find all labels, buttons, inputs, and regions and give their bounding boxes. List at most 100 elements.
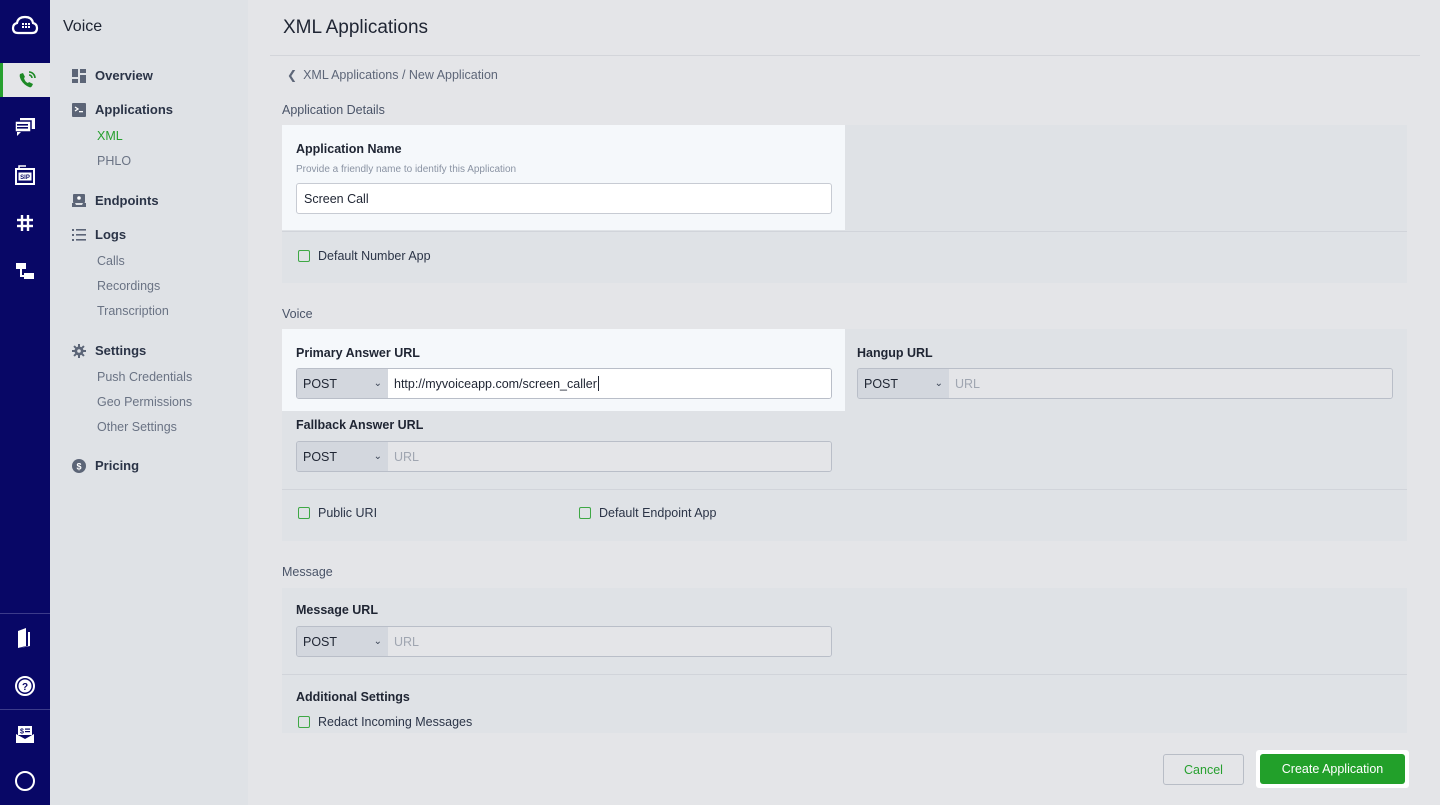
breadcrumb[interactable]: ❮ XML Applications / New Application [287, 68, 498, 82]
method-value: POST [303, 449, 338, 464]
message-panel: Message URL POST ⌄ URL Additional Settin… [282, 588, 1407, 733]
method-value: POST [303, 376, 338, 391]
flow-icon [14, 261, 36, 281]
chevron-left-icon: ❮ [287, 68, 298, 82]
nav-subitem-recordings[interactable]: Recordings [97, 279, 160, 293]
nav-subitem-phlo[interactable]: PHLO [97, 154, 131, 168]
url-value: http://myvoiceapp.com/screen_caller [394, 376, 597, 391]
create-application-button[interactable]: Create Application [1260, 754, 1405, 784]
message-url-group: POST ⌄ URL [296, 626, 832, 657]
nav-label: Pricing [95, 458, 140, 473]
voice-panel: Primary Answer URL POST ⌄ http://myvoice… [282, 329, 1407, 541]
section-nav: Voice Overview Applications XML PHLO End… [50, 0, 248, 805]
rail-docs[interactable] [0, 621, 50, 655]
cancel-button[interactable]: Cancel [1163, 754, 1244, 785]
rail-sip[interactable]: SIP [0, 158, 50, 192]
rail-help[interactable]: ? [0, 669, 50, 703]
section-label-details: Application Details [282, 103, 385, 117]
chevron-down-icon: ⌄ [373, 636, 382, 647]
rail-divider [0, 613, 50, 614]
checkbox-box[interactable] [298, 507, 310, 519]
hangup-label: Hangup URL [857, 346, 933, 360]
chevron-down-icon: ⌄ [934, 378, 943, 389]
hash-numbers-icon [15, 213, 35, 233]
terminal-icon [71, 102, 86, 117]
checkbox-box[interactable] [298, 250, 310, 262]
nav-item-pricing[interactable]: $ Pricing [71, 458, 139, 473]
svg-text:$: $ [76, 461, 81, 471]
checkbox-label: Public URI [318, 506, 378, 520]
gear-icon [71, 343, 86, 358]
rail-billing[interactable]: $ [0, 717, 50, 751]
nav-label: Settings [95, 343, 147, 358]
icon-rail: SIP ? $ [0, 0, 50, 805]
public-uri-checkbox[interactable]: Public URI [298, 506, 377, 520]
fallback-method-select[interactable]: POST ⌄ [297, 442, 388, 471]
checkbox-label: Default Number App [318, 249, 431, 263]
endpoint-icon [71, 193, 86, 208]
message-url-label: Message URL [296, 603, 378, 617]
nav-item-overview[interactable]: Overview [71, 68, 153, 83]
cloud-grid-icon [11, 14, 39, 36]
nav-subitem-calls[interactable]: Calls [97, 254, 125, 268]
app-name-help: Provide a friendly name to identify this… [296, 164, 517, 175]
breadcrumb-text: XML Applications / New Application [303, 68, 498, 82]
app-name-input[interactable]: Screen Call [296, 183, 832, 214]
main-content: XML Applications ❮ XML Applications / Ne… [250, 0, 1440, 805]
nav-subitem-other-settings[interactable]: Other Settings [97, 420, 177, 434]
checkbox-box[interactable] [298, 716, 310, 728]
message-method-select[interactable]: POST ⌄ [297, 627, 388, 656]
rail-flows[interactable] [0, 254, 50, 288]
dashboard-icon [71, 68, 86, 83]
nav-subitem-push-credentials[interactable]: Push Credentials [97, 370, 192, 384]
chevron-down-icon: ⌄ [373, 378, 382, 389]
nav-title: Voice [63, 18, 103, 35]
create-button-focus-ring: Create Application [1256, 750, 1409, 788]
chevron-down-icon: ⌄ [373, 451, 382, 462]
svg-text:SIP: SIP [20, 175, 30, 181]
checkbox-label: Default Endpoint App [599, 506, 717, 520]
hangup-url-group: POST ⌄ URL [857, 368, 1393, 399]
nav-item-endpoints[interactable]: Endpoints [71, 193, 159, 208]
redact-incoming-checkbox[interactable]: Redact Incoming Messages [298, 715, 472, 729]
rail-messaging[interactable] [0, 110, 50, 144]
app-name-card: Application Name Provide a friendly name… [282, 125, 845, 230]
nav-subitem-geo-permissions[interactable]: Geo Permissions [97, 395, 192, 409]
rail-profile[interactable] [0, 764, 50, 798]
fallback-answer-label: Fallback Answer URL [296, 418, 424, 432]
hangup-method-select[interactable]: POST ⌄ [858, 369, 949, 398]
sip-icon: SIP [14, 164, 36, 186]
phone-voice-icon [16, 69, 38, 91]
svg-text:?: ? [22, 682, 28, 693]
primary-answer-url-input[interactable]: http://myvoiceapp.com/screen_caller [388, 369, 831, 398]
details-panel: Application Name Provide a friendly name… [282, 125, 1407, 283]
app-name-label: Application Name [296, 142, 402, 156]
nav-item-settings[interactable]: Settings [71, 343, 146, 358]
divider [282, 489, 1407, 490]
nav-subitem-transcription[interactable]: Transcription [97, 304, 169, 318]
docs-book-icon [15, 627, 35, 649]
default-number-app-checkbox[interactable]: Default Number App [298, 249, 431, 263]
hangup-url-input[interactable]: URL [949, 369, 1392, 398]
dollar-icon: $ [71, 458, 86, 473]
profile-circle-icon [14, 770, 36, 792]
fallback-url-input[interactable]: URL [388, 442, 831, 471]
default-endpoint-app-checkbox[interactable]: Default Endpoint App [579, 506, 716, 520]
section-label-message: Message [282, 565, 333, 579]
nav-subitem-xml[interactable]: XML [97, 129, 123, 143]
rail-numbers[interactable] [0, 206, 50, 240]
section-label-voice: Voice [282, 307, 313, 321]
nav-label: Endpoints [95, 193, 159, 208]
nav-label: Overview [95, 68, 153, 83]
nav-item-applications[interactable]: Applications [71, 102, 173, 117]
checkbox-box[interactable] [579, 507, 591, 519]
additional-settings-heading: Additional Settings [296, 690, 410, 704]
rail-voice[interactable] [0, 63, 50, 97]
form-footer: Cancel Create Application [250, 733, 1440, 805]
nav-item-logs[interactable]: Logs [71, 227, 126, 242]
rail-home[interactable] [0, 8, 50, 42]
nav-label: Logs [95, 227, 127, 242]
primary-answer-method-select[interactable]: POST ⌄ [297, 369, 388, 398]
message-url-input[interactable]: URL [388, 627, 831, 656]
checkbox-label: Redact Incoming Messages [318, 715, 473, 729]
